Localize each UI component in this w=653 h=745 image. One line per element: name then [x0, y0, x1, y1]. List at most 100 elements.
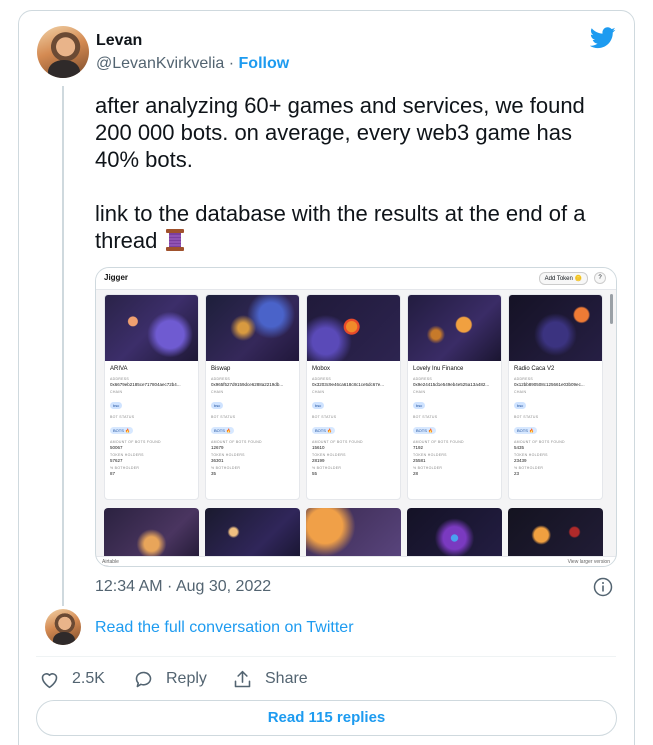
reply-label: Reply [166, 670, 207, 687]
author-handle[interactable]: @LevanKvirkvelia [96, 55, 224, 72]
media-app-logo: Jigger [104, 273, 129, 282]
bot-status-label: BOT STATUS [514, 415, 539, 419]
bots-found-value: 15610 [312, 445, 325, 450]
view-larger-link: View larger version [567, 559, 610, 565]
author-avatar[interactable] [37, 26, 89, 78]
botholder-value: 87 [110, 471, 116, 476]
address-value: 0x3203c9e46ca618c8c1ce5dc67e... [312, 382, 385, 387]
like-count: 2.5K [72, 670, 105, 687]
author-handle-row: @LevanKvirkvelia · Follow [96, 55, 289, 73]
spool-of-thread-icon [165, 229, 184, 251]
divider [36, 656, 616, 657]
media-game-card: Mobox ADDRESS 0x3203c9e46ca618c8c1ce5dc6… [306, 294, 401, 500]
bot-status-chip: BOTS 🔥 [211, 427, 234, 434]
read-replies-button[interactable]: Read 115 replies [36, 700, 617, 736]
game-name: Biswap [211, 366, 231, 372]
like-button[interactable]: 2.5K [39, 667, 105, 691]
address-value: 0x9e24415d1e549eb4e525a13a482... [413, 382, 490, 387]
media-app-header: Jigger Add Token 🪙 ? [96, 268, 616, 290]
tweet-media-image[interactable]: Jigger Add Token 🪙 ? ARIVA ADDRESS 0x667… [95, 267, 617, 567]
bot-status-label: BOT STATUS [413, 415, 438, 419]
bots-found-label: AMOUNT OF BOTS FOUND [312, 440, 363, 444]
holders-value: 36301 [211, 458, 224, 463]
chain-chip: bsc [211, 402, 224, 409]
bots-found-label: AMOUNT OF BOTS FOUND [413, 440, 464, 444]
holders-label: TOKEN HOLDERS [413, 453, 447, 457]
bot-status-chip: BOTS 🔥 [514, 427, 537, 434]
game-name: Radio Caca V2 [514, 366, 555, 372]
bots-found-value: 50067 [110, 445, 123, 450]
address-label: ADDRESS [110, 377, 130, 381]
bots-found-label: AMOUNT OF BOTS FOUND [110, 440, 161, 444]
botholder-label: % BOTHOLDER [413, 466, 443, 470]
game-name: ARIVA [110, 366, 128, 372]
media-game-card: ARIVA ADDRESS 0x6679eb2185ce717804aec72b… [104, 294, 199, 500]
chain-chip: bsc [110, 402, 123, 409]
address-label: ADDRESS [211, 377, 231, 381]
share-button[interactable]: Share [232, 667, 308, 691]
bot-network-image [509, 295, 602, 361]
tweet-text: after analyzing 60+ games and services, … [95, 92, 615, 254]
media-add-token-button: Add Token 🪙 [538, 272, 588, 285]
heart-icon [41, 672, 58, 688]
media-footer: Airtable View larger version [96, 556, 616, 566]
bot-status-label: BOT STATUS [312, 415, 337, 419]
info-icon[interactable] [593, 577, 613, 597]
holders-label: TOKEN HOLDERS [312, 453, 346, 457]
chain-label: CHAIN [110, 390, 123, 394]
botholder-value: 28 [413, 471, 419, 476]
address-value: 0x965f527d9159dce6288a2219db... [211, 382, 284, 387]
bot-status-label: BOT STATUS [110, 415, 135, 419]
bot-network-image [105, 295, 198, 361]
bot-network-image [206, 295, 299, 361]
botholder-value: 23 [514, 471, 520, 476]
media-game-card: Radio Caca V2 ADDRESS 0x12bb890508c12566… [508, 294, 603, 500]
read-conversation-link[interactable]: Read the full conversation on Twitter [95, 619, 354, 637]
holders-label: TOKEN HOLDERS [514, 453, 548, 457]
media-scrollbar [610, 294, 613, 324]
address-value: 0x12bb890508c125661e03b09ec... [514, 382, 585, 387]
chain-chip: bsc [312, 402, 325, 409]
bot-network-image [408, 295, 501, 361]
bot-status-chip: BOTS 🔥 [413, 427, 436, 434]
share-upload-icon [234, 670, 251, 687]
game-name: Mobox [312, 366, 331, 372]
chain-chip: bsc [514, 402, 527, 409]
holders-value: 28199 [312, 458, 325, 463]
botholder-label: % BOTHOLDER [211, 466, 241, 470]
follow-button[interactable]: Follow [239, 55, 290, 72]
botholder-value: 55 [312, 471, 318, 476]
holders-value: 23439 [514, 458, 527, 463]
botholder-label: % BOTHOLDER [312, 466, 342, 470]
reader-avatar[interactable] [45, 609, 81, 645]
address-label: ADDRESS [413, 377, 433, 381]
bots-found-label: AMOUNT OF BOTS FOUND [211, 440, 262, 444]
twitter-bird-icon[interactable] [590, 27, 616, 49]
address-value: 0x6679eb2185ce717804aec72b4... [110, 382, 181, 387]
address-label: ADDRESS [312, 377, 332, 381]
reply-bubble-icon [135, 671, 152, 687]
bots-found-value: 7192 [413, 445, 424, 450]
reply-button[interactable]: Reply [133, 667, 207, 691]
media-game-card: Lovely Inu Finance ADDRESS 0x9e24415d1e5… [407, 294, 502, 500]
bots-found-value: 5435 [514, 445, 525, 450]
bot-status-chip: BOTS 🔥 [312, 427, 335, 434]
media-help-button: ? [594, 272, 606, 284]
botholder-value: 35 [211, 471, 217, 476]
address-label: ADDRESS [514, 377, 534, 381]
chain-label: CHAIN [312, 390, 325, 394]
holders-label: TOKEN HOLDERS [211, 453, 245, 457]
tweet-timestamp[interactable]: 12:34 AM · Aug 30, 2022 [95, 578, 271, 596]
separator-dot: · [228, 55, 235, 72]
author-name[interactable]: Levan [96, 32, 142, 50]
chain-label: CHAIN [413, 390, 426, 394]
bots-found-label: AMOUNT OF BOTS FOUND [514, 440, 565, 444]
botholder-label: % BOTHOLDER [110, 466, 140, 470]
bot-status-chip: BOTS 🔥 [110, 427, 133, 434]
media-game-card: Biswap ADDRESS 0x965f527d9159dce6288a221… [205, 294, 300, 500]
bot-status-label: BOT STATUS [211, 415, 236, 419]
holders-value: 25581 [413, 458, 426, 463]
chain-label: CHAIN [514, 390, 527, 394]
share-label: Share [265, 670, 308, 687]
airtable-logo: Airtable [102, 559, 119, 565]
